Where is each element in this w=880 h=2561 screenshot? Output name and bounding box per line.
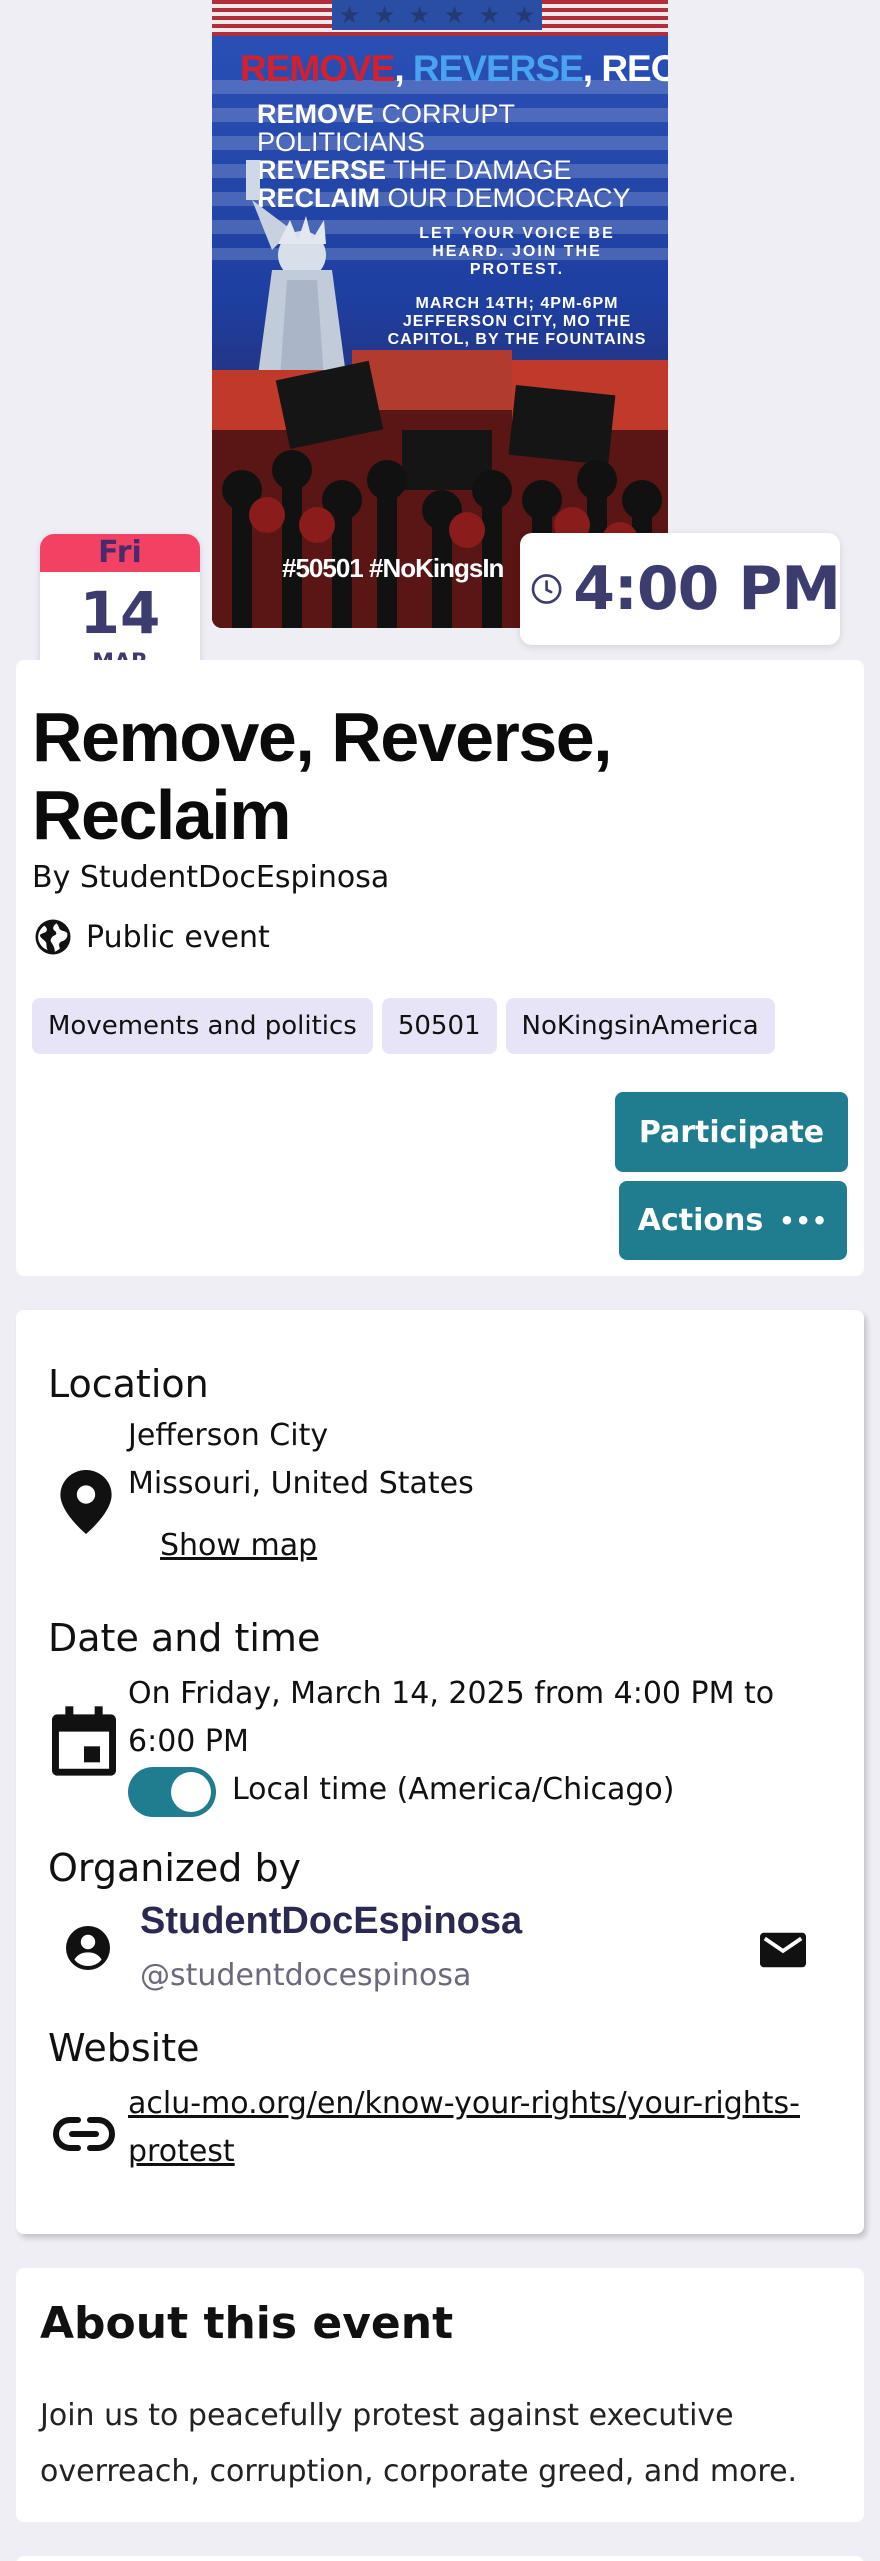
tag-chip[interactable]: Movements and politics xyxy=(32,998,373,1054)
date-weekday: Fri xyxy=(40,534,200,572)
actions-button[interactable]: Actions ••• xyxy=(619,1181,847,1260)
account-circle-icon xyxy=(66,1926,110,1970)
more-dots-icon: ••• xyxy=(779,1206,829,1235)
poster-headline-reclaim: RECLAIM xyxy=(601,48,668,89)
next-card-edge xyxy=(16,2556,864,2561)
local-time-toggle[interactable] xyxy=(128,1767,216,1817)
link-icon xyxy=(52,2117,116,2151)
organizer-heading: Organized by xyxy=(48,1846,302,1890)
location-city: Jefferson City xyxy=(128,1418,329,1453)
visibility-label: Public event xyxy=(86,919,270,955)
event-byline: By StudentDocEspinosa xyxy=(32,860,390,895)
event-datetime: On Friday, March 14, 2025 from 4:00 PM t… xyxy=(128,1676,775,1759)
location-heading: Location xyxy=(48,1362,209,1406)
website-link[interactable]: aclu-mo.org/en/know-your-rights/your-rig… xyxy=(128,2080,828,2176)
show-map-link[interactable]: Show map xyxy=(160,1528,317,1563)
poster-headline-reverse: REVERSE xyxy=(412,48,584,89)
location-region: Missouri, United States xyxy=(128,1466,474,1501)
poster-stars: ★ ★ ★ ★ ★ ★ xyxy=(332,0,542,30)
participate-button[interactable]: Participate xyxy=(615,1092,848,1172)
about-card: About this event Join us to peacefully p… xyxy=(16,2268,864,2522)
organizer-handle: @studentdocespinosa xyxy=(140,1958,472,1993)
poster-headline-remove: REMOVE xyxy=(240,48,395,89)
mail-icon[interactable] xyxy=(760,1932,806,1968)
participate-label: Participate xyxy=(638,1114,825,1150)
event-header-card: Remove, Reverse, Reclaim By StudentDocEs… xyxy=(16,660,864,1276)
map-pin-icon xyxy=(60,1470,112,1534)
event-time-badge: 4:00 PM xyxy=(520,533,841,645)
event-start-time: 4:00 PM xyxy=(573,554,841,624)
event-tags: Movements and politics 50501 NoKingsinAm… xyxy=(32,998,784,1054)
clock-icon xyxy=(531,574,562,604)
about-heading: About this event xyxy=(40,2298,454,2349)
toggle-knob xyxy=(171,1772,211,1812)
about-description: Join us to peacefully protest against ex… xyxy=(40,2398,798,2489)
datetime-heading: Date and time xyxy=(48,1616,321,1660)
poster-hashtags: #50501 #NoKingsIn xyxy=(282,553,504,583)
date-day: 14 xyxy=(79,579,161,647)
website-heading: Website xyxy=(48,2026,200,2070)
tag-chip[interactable]: NoKingsinAmerica xyxy=(505,998,775,1054)
event-visibility: Public event xyxy=(32,916,270,958)
event-title: Remove, Reverse, Reclaim xyxy=(32,698,613,854)
actions-label: Actions xyxy=(637,1203,764,1238)
local-time-label: Local time (America/Chicago) xyxy=(232,1772,675,1807)
poster-message: LET YOUR VOICE BE HEARD. JOIN THE PROTES… xyxy=(419,225,615,278)
globe-icon xyxy=(35,919,71,955)
poster-headline: REMOVE, REVERSE, RECLAIM xyxy=(240,48,668,90)
event-details-card: Location Jefferson City Missouri, United… xyxy=(16,1310,864,2234)
tag-chip[interactable]: 50501 xyxy=(381,998,497,1054)
calendar-icon xyxy=(52,1706,116,1776)
location-address: Jefferson City Missouri, United States xyxy=(128,1412,474,1508)
organizer-name[interactable]: StudentDocEspinosa xyxy=(140,1900,522,1943)
